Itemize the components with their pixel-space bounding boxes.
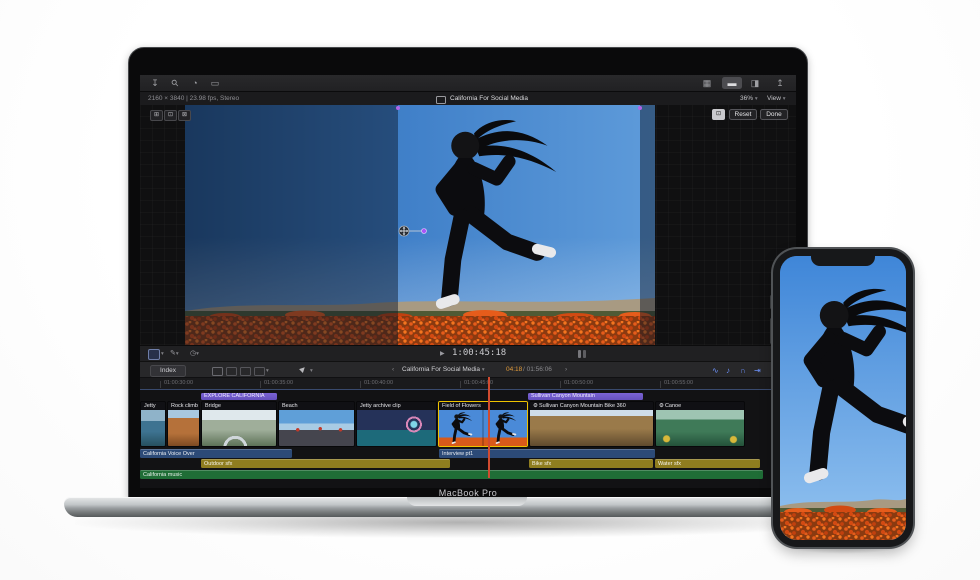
timeline-toolbar: Index ▾ ▶ ▾ ‹ California For Social Medi… (140, 361, 796, 378)
ruler-tick: 01:00:50:00 (564, 380, 593, 386)
marketing-scene: { "macbook": { "brand_label": "MacBook P… (0, 0, 980, 580)
chevron-down-icon: ▾ (783, 96, 786, 102)
transform-button[interactable]: ⊞ (150, 110, 163, 121)
playhead[interactable] (488, 377, 490, 478)
video-clip[interactable]: Jetty (140, 401, 166, 447)
tool-menu-icon[interactable]: ✎▾ (170, 349, 179, 357)
phone-notch (811, 256, 875, 266)
video-clip[interactable]: ⚙Sullivan Canyon Mountain Bike 360 (529, 401, 654, 447)
clip-appearance-icon[interactable] (212, 367, 223, 376)
phone-video (780, 256, 906, 540)
viewer-project-title: California For Social Media (450, 92, 528, 105)
chevron-down-icon: ▾ (161, 351, 164, 357)
clip-appearance-icon[interactable] (240, 367, 251, 376)
skimming-icon[interactable]: ∿ (712, 365, 719, 376)
spherical-360-icon: ⚙ (533, 403, 538, 409)
timecode-bar: ▾ ✎▾ ◷▾ ▶ 1:00:45:18 (140, 345, 796, 362)
timecode-display-icon[interactable]: ◷▾ (190, 349, 199, 357)
video-frame[interactable] (185, 105, 655, 345)
crop-mode-icon[interactable]: ⊡ (712, 109, 725, 120)
chevron-down-icon: ▾ (310, 368, 313, 374)
share-icon[interactable]: ↥ (773, 77, 787, 89)
fcp-toolbar: ↧ ⚲ ◔ ▭ ▦ ▬ ◨ ↥ (140, 75, 796, 92)
zoom-level-dropdown[interactable]: 36% ▾ (740, 92, 758, 106)
inspector-toggle-icon[interactable]: ◨ (748, 77, 762, 89)
macbook-lid-scoop (407, 497, 527, 506)
title-clip[interactable]: Sullivan Canyon Mountain (528, 393, 643, 400)
title-clip[interactable]: EXPLORE CALIFORNIA (201, 393, 277, 400)
crop-button[interactable]: ⊡ (164, 110, 177, 121)
audio-clip[interactable]: Outdoor sfx (201, 459, 450, 468)
audio-meter-icon[interactable] (578, 350, 581, 358)
video-clip[interactable]: Beach (278, 401, 355, 447)
ruler-tick: 01:00:55:00 (664, 380, 693, 386)
timeline-view-icon[interactable]: ▬ (722, 77, 742, 89)
fcp-window: ↧ ⚲ ◔ ▭ ▦ ▬ ◨ ↥ 2160 × 3840 | 23.98 fps,… (140, 75, 796, 488)
extensions-icon[interactable]: ▭ (208, 77, 222, 89)
clip-format-info: 2160 × 3840 | 23.98 fps, Stereo (148, 92, 239, 105)
viewer-canvas[interactable]: ⊞ ⊡ ⊠ ⊡ Reset Done (140, 105, 796, 345)
timeline-options-icon[interactable] (148, 349, 160, 360)
keyword-editor-icon[interactable]: ⚲ (166, 75, 184, 92)
ruler-tick: 01:00:30:00 (164, 380, 193, 386)
chevron-down-icon: ▾ (266, 368, 269, 374)
viewer-info-bar: 2160 × 3840 | 23.98 fps, Stereo Californ… (140, 92, 796, 105)
video-clip[interactable]: ⚙Canoe (655, 401, 745, 447)
timeline-project-dropdown[interactable]: California For Social Media ▾ (402, 362, 485, 378)
elapsed-time: 04:18 (506, 362, 522, 378)
audio-clip[interactable]: Water sfx (655, 459, 760, 468)
chevron-down-icon: ▾ (755, 96, 758, 102)
index-button[interactable]: Index (150, 365, 186, 377)
iphone-screen (780, 256, 906, 540)
audio-skimming-icon[interactable]: ♪ (726, 365, 730, 376)
previous-project-icon[interactable]: ‹ (392, 362, 394, 378)
done-button[interactable]: Done (760, 109, 788, 120)
distort-button[interactable]: ⊠ (178, 110, 191, 121)
audio-clip[interactable]: Interview pt1 (439, 449, 655, 458)
current-timecode: 1:00:45:18 (452, 348, 506, 358)
clip-appearance-icon[interactable] (226, 367, 237, 376)
browser-view-icon[interactable]: ▦ (700, 77, 714, 89)
spherical-360-icon: ⚙ (659, 403, 664, 409)
import-media-icon[interactable]: ↧ (148, 77, 162, 89)
display-icon (436, 96, 446, 104)
crop-dim-left (185, 105, 398, 345)
clip-appearance-icon[interactable] (254, 367, 265, 376)
reset-button[interactable]: Reset (729, 109, 757, 120)
ruler-tick: 01:00:35:00 (264, 380, 293, 386)
view-dropdown[interactable]: View ▾ (767, 92, 786, 106)
total-duration: / 01:56:06 (523, 362, 552, 378)
video-clip[interactable]: Bridge (201, 401, 277, 447)
crop-move-handle-icon[interactable] (399, 226, 409, 236)
snapping-icon[interactable]: ⇥ (754, 365, 761, 376)
solo-icon[interactable]: ∩ (740, 365, 746, 376)
crop-corner-handle[interactable] (396, 106, 400, 110)
audio-clip[interactable]: California music (140, 470, 763, 479)
crop-edge-handle[interactable] (422, 229, 427, 234)
video-clip[interactable]: Jetty archive clip (356, 401, 437, 447)
audio-clip[interactable]: California Voice Over (140, 449, 292, 458)
background-tasks-icon[interactable]: ◔ (188, 77, 202, 89)
video-clip[interactable]: Rock climb (167, 401, 200, 447)
chevron-down-icon: ▾ (482, 367, 485, 373)
crop-dim-right (640, 105, 655, 345)
crop-corner-handle[interactable] (638, 106, 642, 110)
next-project-icon[interactable]: › (565, 362, 567, 378)
timeline-lanes[interactable]: EXPLORE CALIFORNIA Sullivan Canyon Mount… (140, 389, 796, 488)
audio-meter-icon[interactable] (583, 350, 586, 358)
play-icon[interactable]: ▶ (440, 350, 445, 357)
audio-clip[interactable]: Bike sfx (529, 459, 653, 468)
video-clip-selected[interactable]: Field of Flowers (438, 401, 528, 447)
select-tool-icon[interactable]: ▶ (298, 364, 307, 373)
ruler-tick: 01:00:40:00 (364, 380, 393, 386)
